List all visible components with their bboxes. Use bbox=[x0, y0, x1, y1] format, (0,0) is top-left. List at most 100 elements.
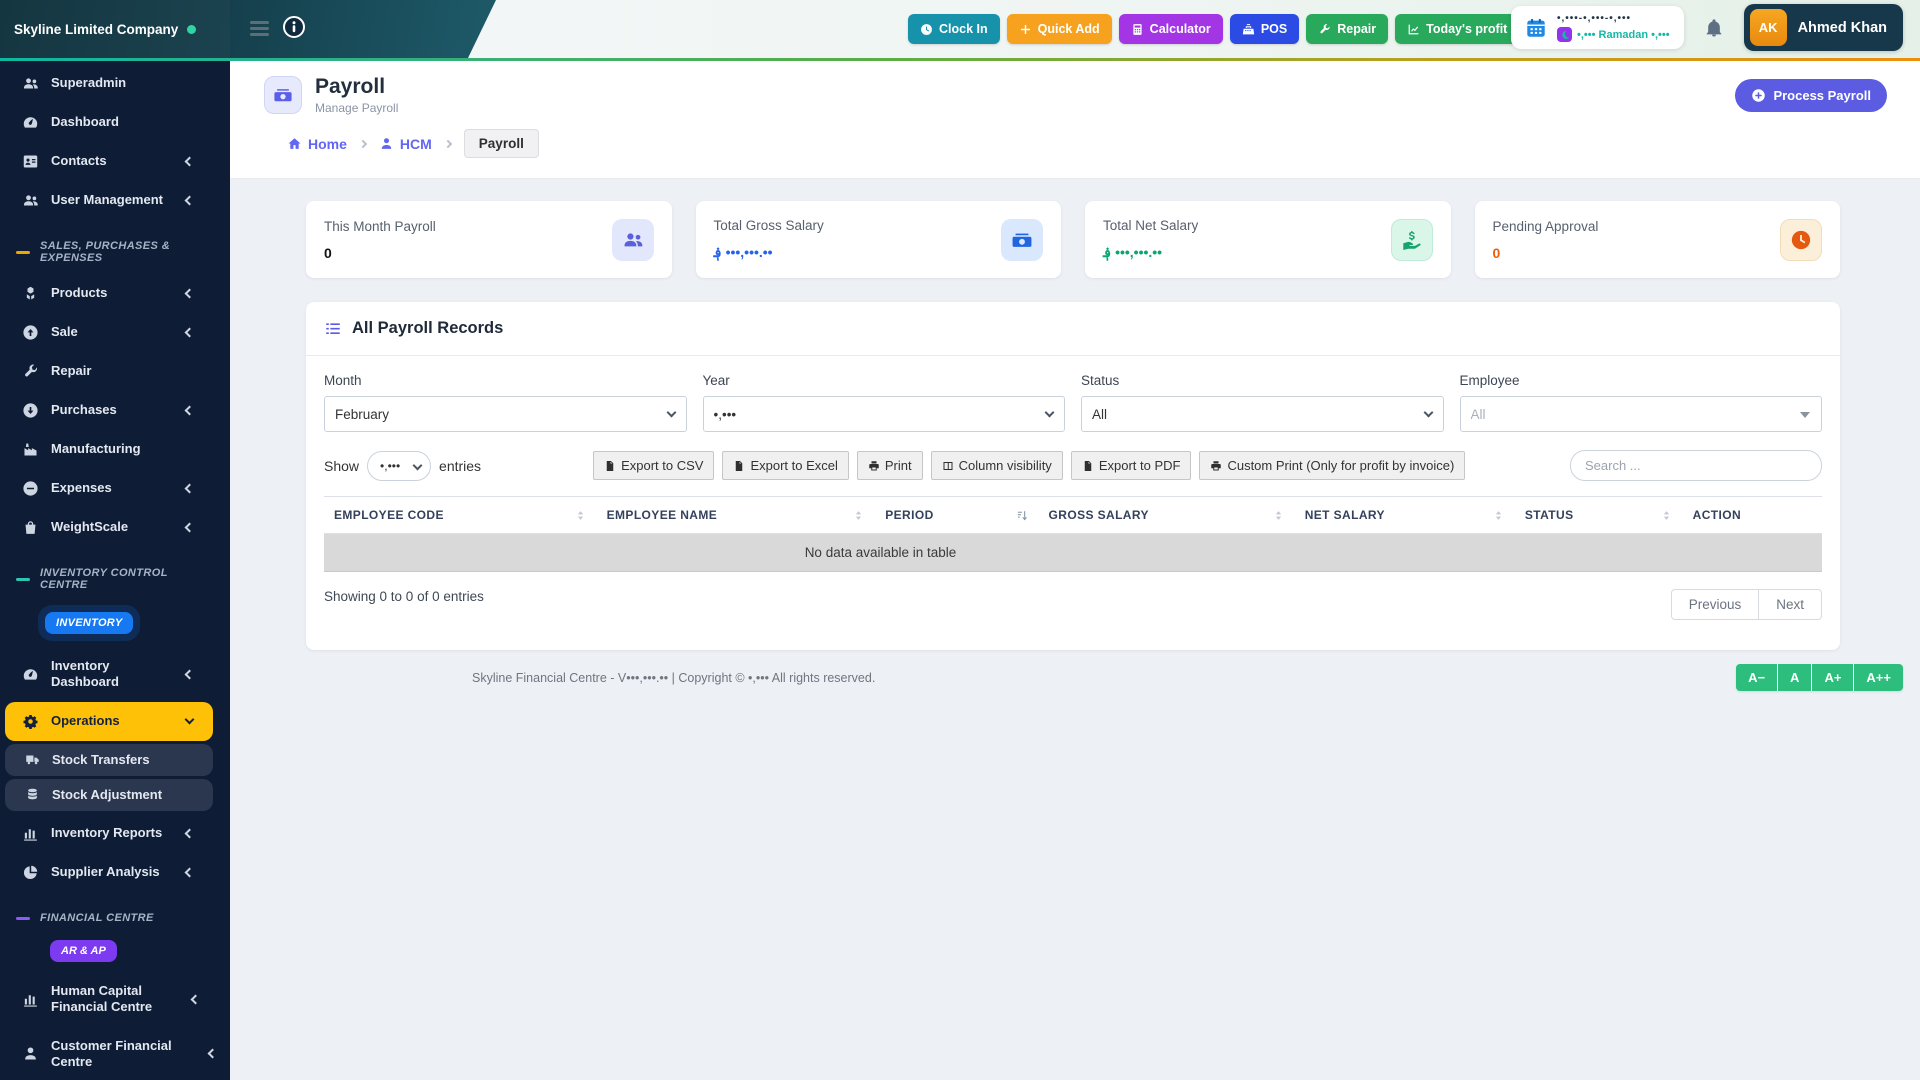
column-header-gross-salary[interactable]: GROSS SALARY bbox=[1039, 497, 1295, 534]
stat-value: 0 bbox=[324, 245, 436, 261]
column-visibility-button[interactable]: Column visibility bbox=[931, 451, 1063, 480]
factory-icon bbox=[22, 441, 39, 458]
sidebar-item-weightscale[interactable]: WeightScale bbox=[5, 508, 213, 547]
arrow-down-circle-icon bbox=[22, 402, 39, 419]
topbar-teal-panel bbox=[230, 0, 496, 58]
payroll-table: EMPLOYEE CODE EMPLOYEE NAME PERIOD GROSS… bbox=[324, 496, 1822, 572]
column-header-period[interactable]: PERIOD bbox=[875, 497, 1038, 534]
table-footer: Showing 0 to 0 of 0 entries Previous Nex… bbox=[324, 589, 1822, 620]
sidebar-item-products[interactable]: Products bbox=[5, 274, 213, 313]
export-pdf-button[interactable]: Export to PDF bbox=[1071, 451, 1192, 480]
chevron-left-icon bbox=[185, 289, 195, 299]
sidebar-item-sale[interactable]: Sale bbox=[5, 313, 213, 352]
font-normal-button[interactable]: A bbox=[1778, 664, 1811, 691]
print-button[interactable]: Print bbox=[857, 451, 923, 480]
chevron-left-icon bbox=[185, 157, 195, 167]
hamburger-menu-icon[interactable] bbox=[250, 21, 269, 39]
status-select[interactable]: All bbox=[1081, 396, 1444, 432]
breadcrumb-home[interactable]: Home bbox=[287, 136, 347, 152]
empty-message: No data available in table bbox=[324, 534, 1822, 572]
column-header-employee-name[interactable]: EMPLOYEE NAME bbox=[597, 497, 876, 534]
previous-page-button[interactable]: Previous bbox=[1671, 589, 1760, 620]
file-icon bbox=[733, 460, 745, 472]
sidebar-item-repair[interactable]: Repair bbox=[5, 352, 213, 391]
sidebar-badge-ar-ap[interactable]: AR & AP bbox=[50, 940, 117, 962]
gregorian-date: •,•••-•,•••-•,••• bbox=[1557, 13, 1670, 24]
chevron-down-icon bbox=[185, 715, 195, 725]
sidebar-item-manufacturing[interactable]: Manufacturing bbox=[5, 430, 213, 469]
calculator-button[interactable]: Calculator bbox=[1119, 14, 1223, 44]
gears-icon bbox=[22, 713, 39, 730]
section-dash bbox=[16, 578, 30, 581]
sidebar-item-purchases[interactable]: Purchases bbox=[5, 391, 213, 430]
sidebar-item-dashboard[interactable]: Dashboard bbox=[5, 103, 213, 142]
sidebar-badge-inventory[interactable]: INVENTORY bbox=[38, 605, 140, 641]
wrench-icon bbox=[22, 363, 39, 380]
sidebar-item-stock-transfers[interactable]: Stock Transfers bbox=[5, 744, 213, 776]
filter-status: Status All bbox=[1081, 373, 1444, 432]
month-select[interactable]: February bbox=[324, 396, 687, 432]
section-dash bbox=[16, 251, 30, 254]
printer-icon bbox=[1210, 460, 1222, 472]
breadcrumb-hcm[interactable]: HCM bbox=[379, 136, 432, 152]
user-menu[interactable]: AK Ahmed Khan bbox=[1744, 4, 1903, 51]
sidebar-section-financial: FINANCIAL CENTRE bbox=[0, 892, 230, 934]
font-smaller-button[interactable]: A− bbox=[1736, 664, 1777, 691]
column-header-employee-code[interactable]: EMPLOYEE CODE bbox=[324, 497, 597, 534]
export-csv-button[interactable]: Export to CSV bbox=[593, 451, 714, 480]
chevron-left-icon bbox=[185, 328, 195, 338]
stat-value: 0 bbox=[1493, 245, 1599, 261]
sidebar-item-superadmin[interactable]: Superadmin bbox=[5, 64, 213, 103]
date-widget[interactable]: •,•••-•,•••-•,••• •,••• Ramadan •,••• bbox=[1511, 6, 1684, 49]
sidebar-item-user-management[interactable]: User Management bbox=[5, 181, 213, 220]
font-largest-button[interactable]: A++ bbox=[1854, 664, 1903, 691]
chevron-left-icon bbox=[185, 406, 195, 416]
todays-profit-button[interactable]: Today's profit bbox=[1395, 14, 1519, 44]
custom-print-button[interactable]: Custom Print (Only for profit by invoice… bbox=[1199, 451, 1465, 480]
column-header-net-salary[interactable]: NET SALARY bbox=[1295, 497, 1515, 534]
sidebar-item-contacts[interactable]: Contacts bbox=[5, 142, 213, 181]
copyright-text: Skyline Financial Centre - V•••,•••.•• |… bbox=[472, 671, 875, 685]
stat-card-pending-approval: Pending Approval 0 bbox=[1475, 201, 1841, 278]
sidebar-item-inventory-reports[interactable]: Inventory Reports bbox=[5, 814, 213, 853]
sidebar-item-stock-adjustment[interactable]: Stock Adjustment bbox=[5, 779, 213, 811]
process-payroll-button[interactable]: Process Payroll bbox=[1735, 79, 1887, 112]
column-header-status[interactable]: STATUS bbox=[1515, 497, 1683, 534]
search-input[interactable] bbox=[1570, 450, 1822, 481]
info-icon[interactable] bbox=[282, 15, 306, 39]
sidebar-item-supplier-analysis[interactable]: Supplier Analysis bbox=[5, 853, 213, 892]
employee-select[interactable]: All bbox=[1460, 396, 1823, 432]
font-size-controls: A− A A+ A++ bbox=[1736, 664, 1903, 691]
hand-dollar-icon bbox=[1391, 219, 1433, 261]
topbar-quick-actions: Clock In Quick Add Calculator POS Repair… bbox=[908, 14, 1519, 44]
chevron-left-icon bbox=[191, 994, 201, 1004]
year-select[interactable]: •,••• bbox=[703, 396, 1066, 432]
notification-bell-icon[interactable] bbox=[1704, 18, 1724, 38]
sidebar-item-human-capital-fc[interactable]: Human Capital Financial Centre bbox=[5, 972, 213, 1027]
chart-line-icon bbox=[1407, 23, 1420, 36]
file-icon bbox=[604, 460, 616, 472]
sidebar-item-operations[interactable]: Operations bbox=[5, 702, 213, 741]
sidebar-item-customer-fc[interactable]: Customer Financial Centre bbox=[5, 1027, 224, 1080]
page-length-control: Show •,••• entries bbox=[324, 451, 481, 481]
repair-button[interactable]: Repair bbox=[1306, 14, 1388, 44]
font-larger-button[interactable]: A+ bbox=[1812, 664, 1853, 691]
clock-in-button[interactable]: Clock In bbox=[908, 14, 1000, 44]
users-icon bbox=[22, 192, 39, 209]
filter-employee: Employee All bbox=[1460, 373, 1823, 432]
export-excel-button[interactable]: Export to Excel bbox=[722, 451, 848, 480]
next-page-button[interactable]: Next bbox=[1759, 589, 1822, 620]
sidebar-section-sales: SALES, PURCHASES & EXPENSES bbox=[0, 220, 230, 274]
sidebar-item-inventory-dashboard[interactable]: Inventory Dashboard bbox=[5, 647, 213, 702]
database-icon bbox=[25, 787, 40, 802]
banknote-icon bbox=[1001, 219, 1043, 261]
sidebar-item-expenses[interactable]: Expenses bbox=[5, 469, 213, 508]
quick-add-button[interactable]: Quick Add bbox=[1007, 14, 1112, 44]
records-header: All Payroll Records bbox=[306, 302, 1840, 356]
page-length-select[interactable]: •,••• bbox=[367, 451, 431, 481]
wrench-icon bbox=[1318, 23, 1331, 36]
pos-button[interactable]: POS bbox=[1230, 14, 1299, 44]
export-buttons: Export to CSV Export to Excel Print bbox=[593, 451, 1465, 480]
chevron-left-icon bbox=[208, 1049, 218, 1059]
payroll-page-icon bbox=[264, 76, 302, 114]
